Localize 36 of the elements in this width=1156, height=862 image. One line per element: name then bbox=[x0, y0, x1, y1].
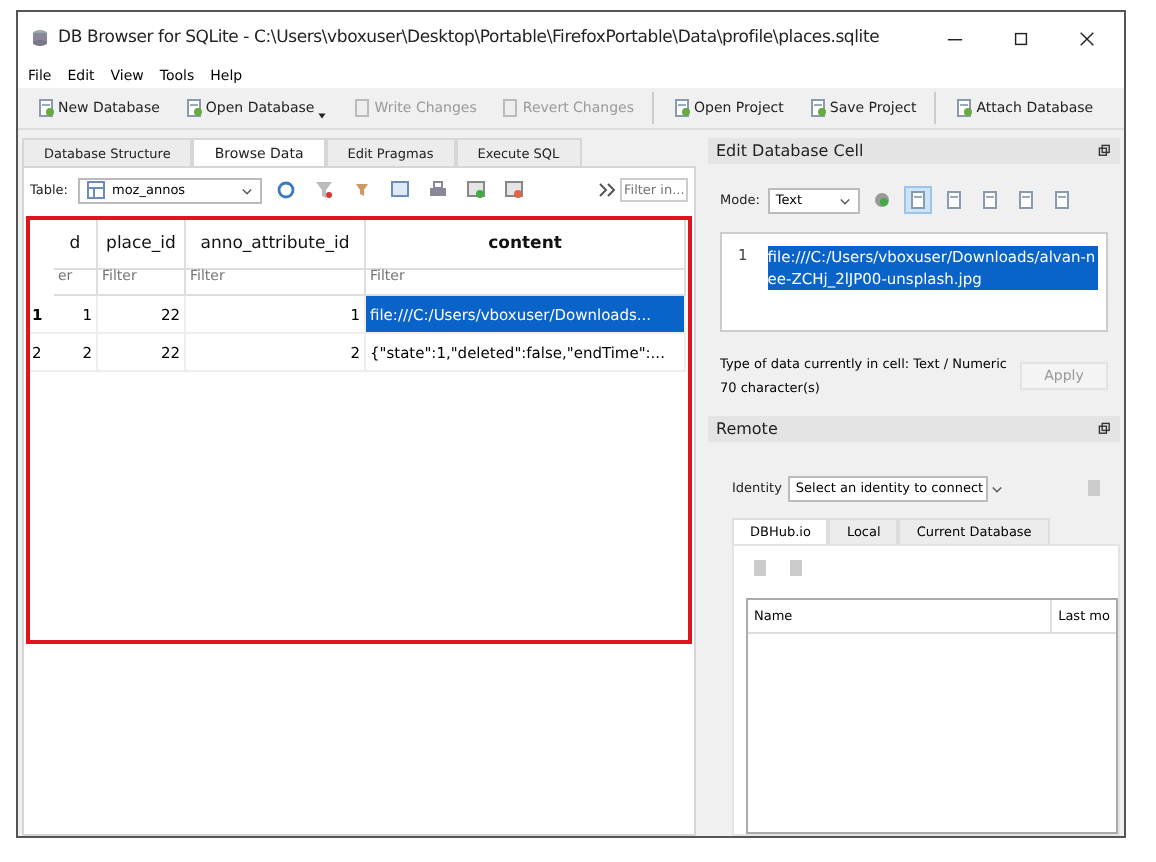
column-header[interactable]: d bbox=[54, 220, 98, 270]
funnel-icon bbox=[314, 180, 334, 200]
maximize-icon bbox=[1012, 29, 1030, 47]
chevrons-icon bbox=[598, 180, 618, 200]
panel-title: Edit Database Cell bbox=[716, 142, 864, 160]
toolbar-button[interactable] bbox=[272, 176, 300, 204]
document-icon bbox=[907, 190, 928, 210]
toolbar-button[interactable] bbox=[310, 176, 338, 204]
document-icon bbox=[1084, 478, 1104, 498]
document-icon bbox=[672, 98, 692, 118]
column-header[interactable]: anno_attribute_id bbox=[186, 220, 366, 270]
float-icon bbox=[1098, 144, 1112, 158]
column-header[interactable]: content bbox=[366, 220, 686, 270]
toolbar-button[interactable] bbox=[500, 176, 528, 204]
document-icon bbox=[786, 558, 806, 578]
document-icon bbox=[36, 98, 56, 118]
close-icon bbox=[1078, 29, 1096, 47]
panel-title: Remote bbox=[716, 420, 778, 438]
toolbar-button[interactable] bbox=[462, 176, 490, 204]
printer-icon bbox=[428, 180, 448, 200]
toolbar-button[interactable] bbox=[903, 186, 932, 214]
document-icon bbox=[352, 98, 373, 118]
document-icon bbox=[1051, 190, 1072, 210]
document-icon bbox=[183, 98, 204, 118]
float-icon bbox=[1098, 422, 1112, 436]
database-icon bbox=[30, 28, 50, 48]
window-title: DB Browser for SQLite - C:\Users\vboxuser\Desktop\Portable\FirefoxPortable\Data\profile\places.sqlite bbox=[58, 28, 880, 48]
document-icon bbox=[500, 98, 521, 118]
document-icon bbox=[954, 98, 975, 118]
document-icon bbox=[1015, 190, 1036, 210]
funnel-icon bbox=[352, 180, 372, 200]
column-header[interactable]: place_id bbox=[98, 220, 186, 270]
chevron-icon bbox=[837, 193, 852, 207]
document-icon bbox=[807, 98, 828, 118]
chevron-icon bbox=[989, 481, 1004, 495]
chevron-icon bbox=[240, 183, 254, 197]
